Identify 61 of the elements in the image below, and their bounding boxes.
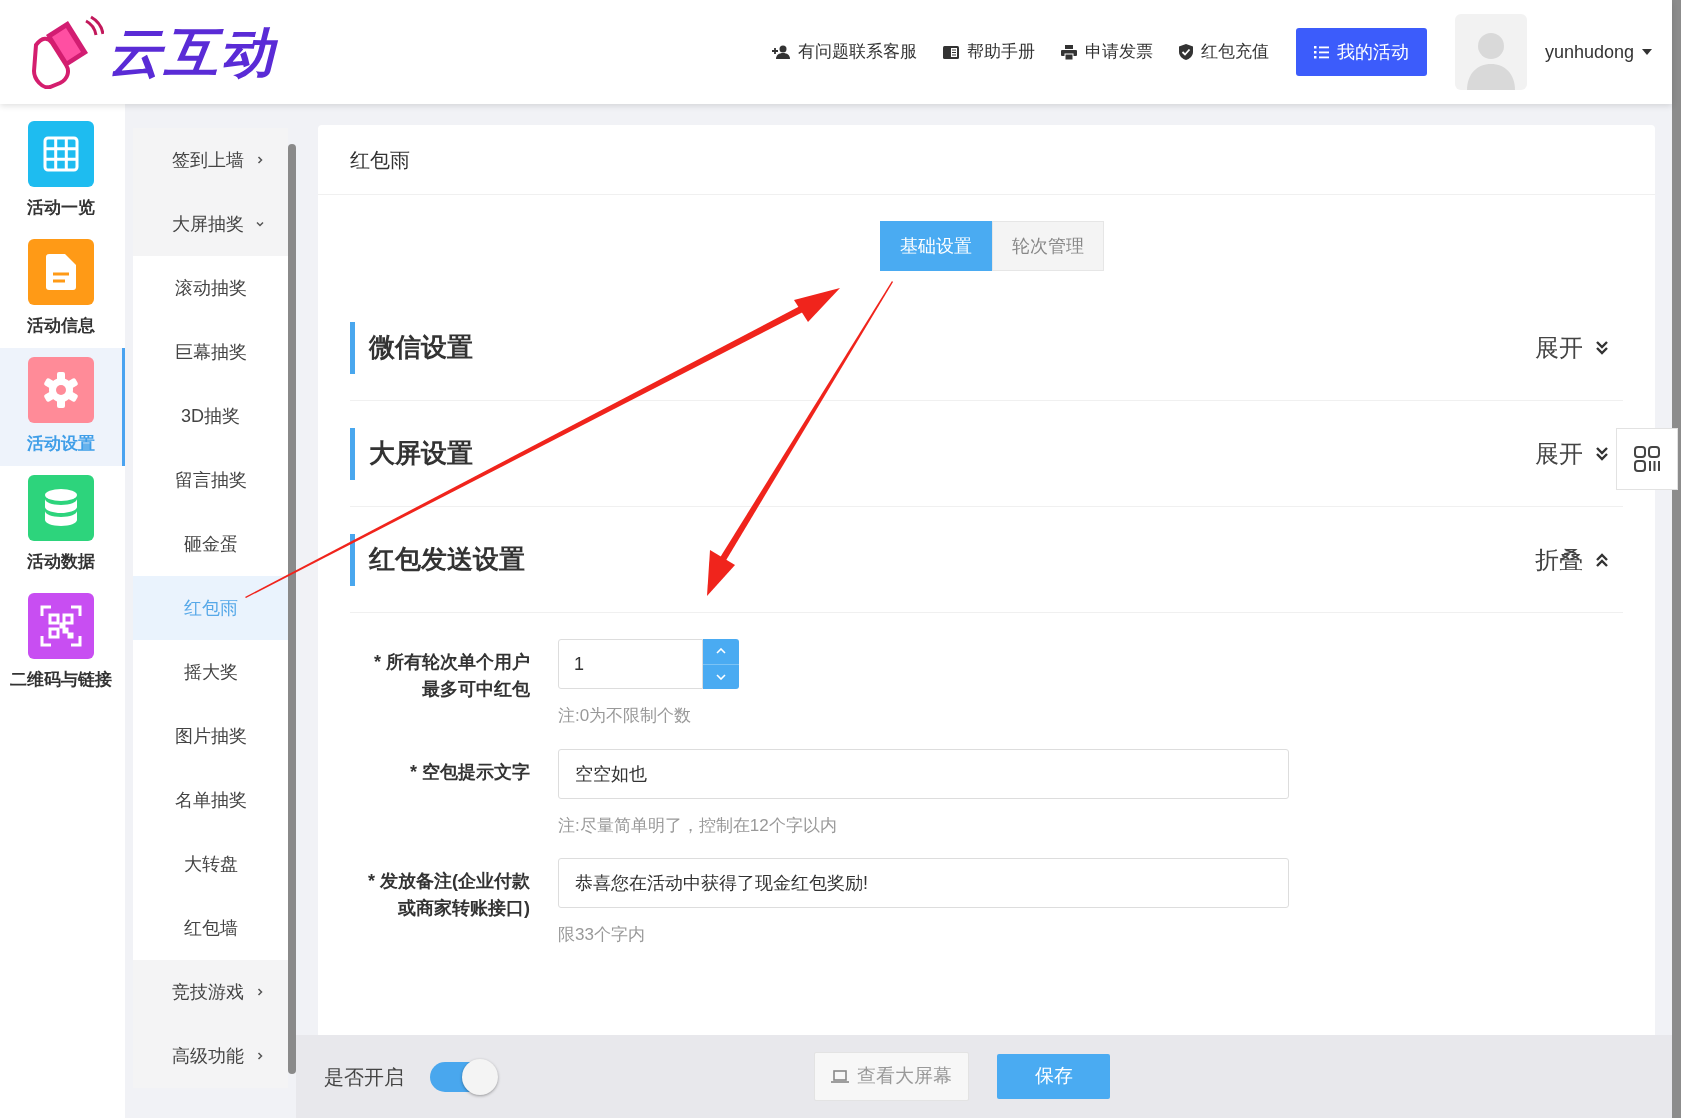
double-chevron-icon (1595, 551, 1609, 568)
menu-item[interactable]: 大转盘 (133, 832, 288, 896)
qr-code-icon (40, 605, 82, 648)
document-icon (46, 254, 76, 291)
gear-icon (42, 371, 80, 410)
section-toggle[interactable]: 展开 (1535, 435, 1609, 472)
menu-item[interactable]: 摇大奖 (133, 640, 288, 704)
sidebar-item[interactable]: 活动信息 (0, 230, 125, 348)
chevron-down-icon (716, 673, 726, 680)
caret-icon (1642, 49, 1652, 55)
sidebar-item[interactable]: 活动数据 (0, 466, 125, 584)
laptop-icon (831, 1070, 849, 1083)
double-chevron-icon (1595, 339, 1609, 356)
shield-check-icon (1178, 44, 1193, 60)
menu-item[interactable]: 砸金蛋 (133, 512, 288, 576)
sidebar-item[interactable]: 二维码与链接 (0, 584, 125, 702)
menu-item[interactable]: 名单抽奖 (133, 768, 288, 832)
database-icon (45, 489, 77, 528)
field-hint: 注:尽量简单明了，控制在12个字以内 (558, 814, 838, 837)
list-icon (1313, 45, 1329, 59)
qr-code-button[interactable] (1616, 428, 1678, 490)
field-label: * 所有轮次单个用户最多可中红包 (373, 651, 530, 701)
chevron-up-icon (716, 648, 726, 655)
qr-code-icon (1633, 445, 1661, 473)
number-field[interactable]: 1 (558, 639, 703, 689)
printer-icon (1060, 44, 1077, 60)
menu-item[interactable]: 巨幕抽奖 (133, 320, 288, 384)
sidebar-item[interactable]: 活动一览 (0, 112, 125, 230)
user-add-icon (771, 45, 790, 59)
header-link[interactable]: 申请发票 (1060, 39, 1153, 65)
menu-item[interactable]: 图片抽奖 (133, 704, 288, 768)
menu-item[interactable]: 红包墙 (133, 896, 288, 960)
chevron-icon (255, 220, 264, 228)
chevron-icon (255, 1052, 264, 1060)
section-toggle[interactable]: 折叠 (1535, 541, 1609, 578)
book-icon (942, 45, 959, 59)
chevron-icon (255, 988, 264, 996)
field-hint: 限33个字内 (558, 924, 646, 946)
field-label: * 空包提示文字 (409, 760, 530, 784)
header-link[interactable]: 帮助手册 (942, 39, 1035, 65)
menu-item[interactable]: 3D抽奖 (133, 384, 288, 448)
input-field[interactable]: 空空如也 (558, 748, 1289, 799)
scrollbar[interactable] (1672, 0, 1681, 1118)
input-field[interactable]: 恭喜您在活动中获得了现金红包奖励! (558, 858, 1289, 908)
menu-item[interactable]: 滚动抽奖 (133, 256, 288, 320)
menu-item[interactable]: 留言抽奖 (133, 448, 288, 512)
grid-icon (43, 136, 79, 173)
section-toggle[interactable]: 展开 (1535, 329, 1609, 366)
my-activities-button[interactable]: 我的活动 (1295, 28, 1427, 76)
field-hint: 注:0为不限制个数 (558, 705, 693, 727)
toggle-switch[interactable] (430, 1061, 496, 1092)
user-menu[interactable]: yunhudong (1544, 38, 1652, 66)
scrollbar[interactable] (288, 144, 296, 1074)
field-label: * 发放备注(企业付款或商家转账接口) (367, 870, 530, 920)
chevron-icon (255, 156, 264, 164)
header-link[interactable]: 红包充值 (1178, 39, 1269, 65)
header-link[interactable]: 有问题联系客服 (771, 39, 917, 65)
double-chevron-icon (1595, 445, 1609, 462)
card-title: 红包雨 (350, 147, 410, 173)
switch-label: 是否开启 (324, 1064, 404, 1090)
logo-text: 云互动 (108, 25, 276, 79)
